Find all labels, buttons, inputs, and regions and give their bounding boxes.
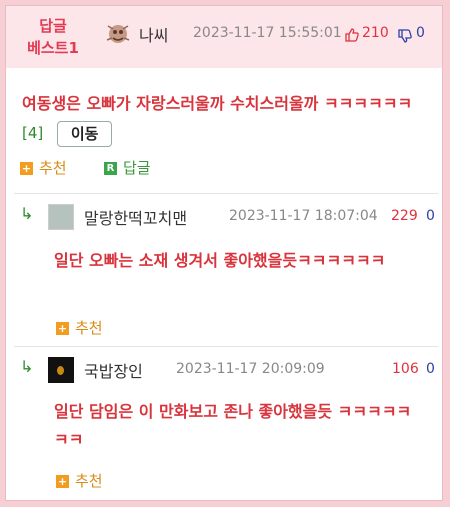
best-reply-badge: 답글 베스트1 [27, 17, 79, 57]
nickname[interactable]: 국밥장인 [84, 358, 143, 382]
comment-panel: 답글 베스트1 나씨 2023-11-17 15:55:01 210 0 여동생… [5, 5, 443, 501]
plus-icon: + [20, 162, 33, 175]
recommend-button[interactable]: + 추천 [20, 157, 67, 178]
nickname[interactable]: 말랑한떡꼬치맨 [84, 205, 187, 229]
thumbs-up-icon[interactable] [345, 28, 359, 42]
downvote-count: 0 [416, 25, 425, 41]
upvote-count: 229 [391, 208, 418, 224]
upvote-count: 106 [392, 361, 419, 377]
downvote-count: 0 [426, 208, 435, 224]
recommend-button[interactable]: + 추천 [56, 470, 103, 491]
reply-arrow-icon: ↳ [20, 357, 34, 376]
reply-button[interactable]: R 답글 [104, 157, 151, 178]
best-reply-header: 답글 베스트1 나씨 2023-11-17 15:55:01 210 0 [6, 6, 442, 68]
comment-date: 2023-11-17 20:09:09 [176, 361, 325, 377]
reply-arrow-icon: ↳ [20, 204, 34, 223]
move-button[interactable]: 이동 [56, 120, 113, 147]
user-avatar-icon[interactable] [104, 20, 132, 48]
plus-icon: + [56, 475, 69, 488]
plus-icon: + [56, 322, 69, 335]
reply-comment-text: 일단 오빠는 소재 생겨서 좋아했을듯ㅋㅋㅋㅋㅋㅋ [54, 251, 386, 270]
reply-icon: R [104, 162, 117, 175]
recommend-button[interactable]: + 추천 [56, 317, 103, 338]
upvote-count: 210 [362, 25, 389, 41]
reply-comment-text: 일단 담임은 이 만화보고 존나 좋아했을듯 ㅋㅋㅋㅋㅋㅋㅋ [54, 402, 412, 449]
user-avatar-icon[interactable] [48, 204, 74, 230]
divider [14, 346, 438, 347]
thumbs-down-icon[interactable] [398, 29, 412, 43]
comment-date: 2023-11-17 15:55:01 [193, 25, 342, 41]
downvote-count: 0 [426, 361, 435, 377]
main-comment-text: 여동생은 오빠가 자랑스러울까 수치스러울까 ㅋㅋㅋㅋㅋㅋ [4] 이동 [22, 89, 422, 148]
user-avatar-icon[interactable] [48, 357, 74, 383]
reply-count: [4] [22, 124, 44, 142]
nickname[interactable]: 나씨 [139, 22, 168, 46]
divider [14, 193, 438, 194]
comment-date: 2023-11-17 18:07:04 [229, 208, 378, 224]
